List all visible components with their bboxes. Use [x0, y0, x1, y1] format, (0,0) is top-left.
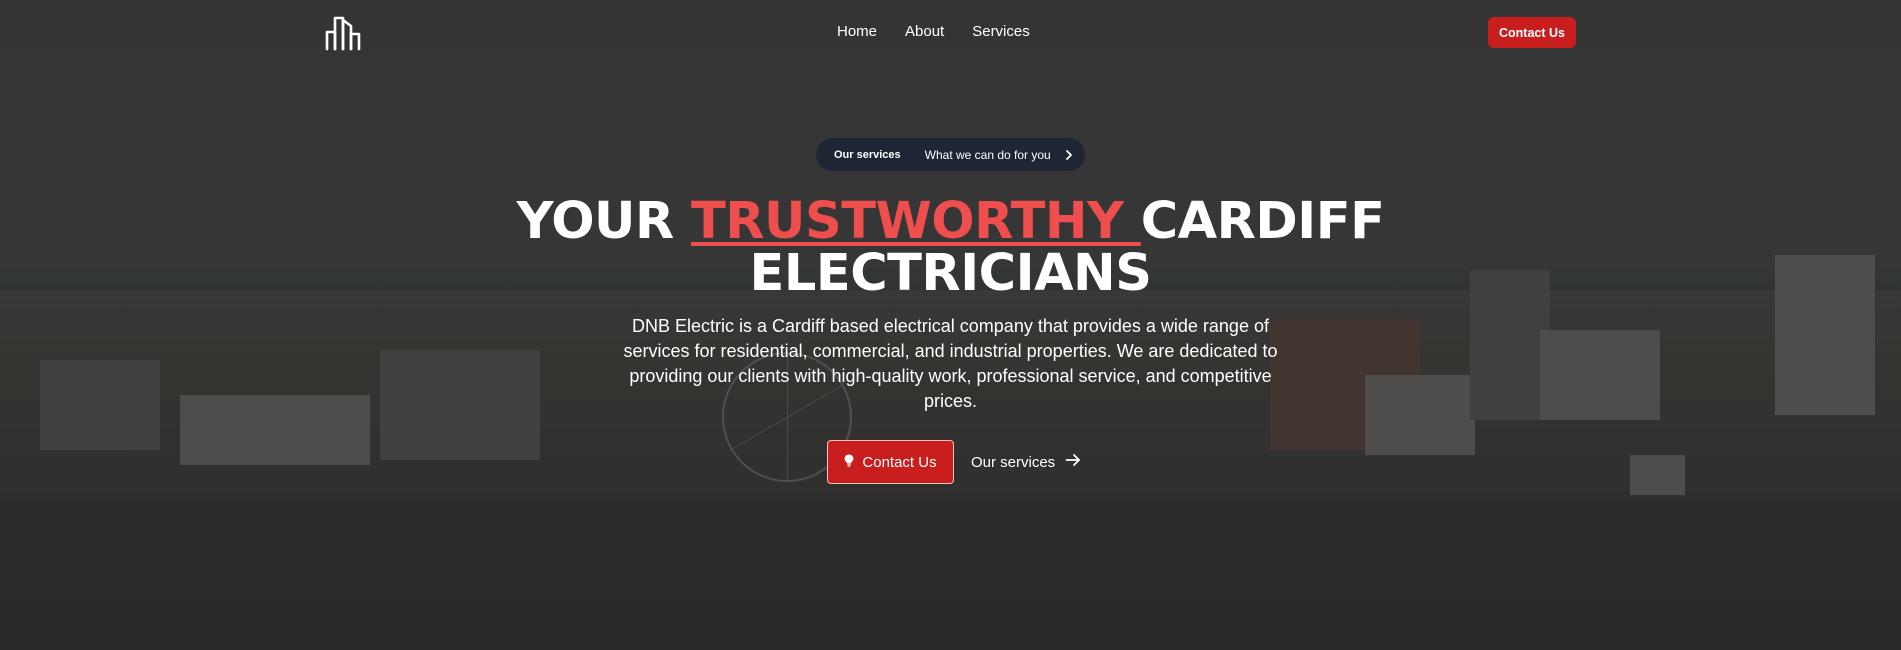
- site-header: Home About Services Contact Us: [0, 0, 1901, 64]
- hero-description: DNB Electric is a Cardiff based electric…: [623, 316, 1278, 411]
- contact-us-button[interactable]: Contact Us: [827, 440, 954, 484]
- our-services-label: Our services: [971, 453, 1056, 471]
- services-pill-link[interactable]: Our services What we can do for you: [816, 138, 1085, 171]
- hero-title-part2: CARDIFF: [1140, 192, 1385, 251]
- our-services-link[interactable]: Our services: [971, 440, 1081, 484]
- nav-about[interactable]: About: [905, 23, 944, 40]
- hero-title-part1: YOUR: [516, 192, 691, 251]
- main-nav: Home About Services: [837, 23, 1030, 40]
- pill-tag: Our services: [834, 148, 901, 161]
- arrow-right-icon: [1065, 453, 1081, 471]
- chevron-right-icon: [1063, 149, 1075, 161]
- nav-home[interactable]: Home: [837, 23, 877, 40]
- hero-title-accent: TRUSTWORTHY: [691, 192, 1141, 251]
- contact-us-button-label: Contact Us: [862, 453, 937, 471]
- pill-text: What we can do for you: [924, 147, 1051, 162]
- dnb-building-logo-icon[interactable]: [324, 12, 362, 52]
- hero-title-line2: ELECTRICIANS: [749, 244, 1152, 303]
- nav-services[interactable]: Services: [972, 23, 1030, 40]
- header-contact-button[interactable]: Contact Us: [1488, 17, 1576, 48]
- lightbulb-icon: [844, 454, 854, 471]
- hero-title: YOUR TRUSTWORTHY CARDIFF ELECTRICIANS: [0, 196, 1901, 300]
